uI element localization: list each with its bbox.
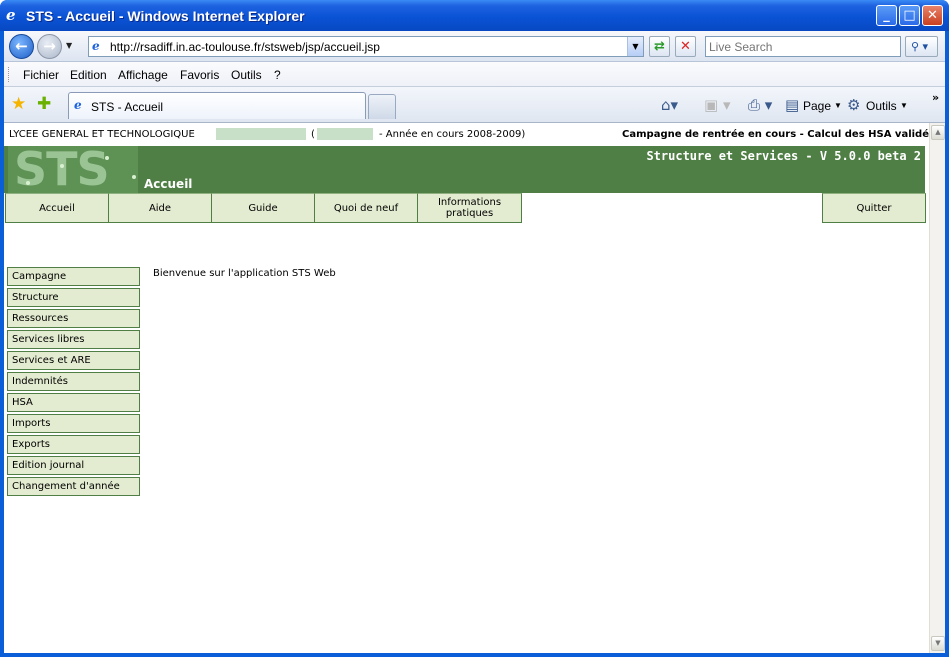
ie-logo-icon: e xyxy=(6,6,16,24)
address-url: http://rsadiff.in.ac-toulouse.fr/stsweb/… xyxy=(110,40,380,54)
gear-icon: ⚙ xyxy=(847,96,861,114)
paren-open: ( xyxy=(311,129,315,140)
menu-affichage[interactable]: Affichage xyxy=(118,68,168,82)
sts-logo: STS xyxy=(8,146,138,193)
side-item-services-libres[interactable]: Services libres xyxy=(7,330,140,349)
nav-informations-pratiques[interactable]: Informations pratiques xyxy=(417,193,522,223)
nav-guide[interactable]: Guide xyxy=(211,193,315,223)
menu-favoris[interactable]: Favoris xyxy=(180,68,219,82)
chevron-down-icon: ▼ xyxy=(632,42,639,51)
page-viewport: LYCEE GENERAL ET TECHNOLOGIQUE ( - Année… xyxy=(4,123,929,653)
menu-help[interactable]: ? xyxy=(274,68,281,82)
vertical-scrollbar[interactable]: ▲ ▼ xyxy=(929,123,945,653)
chevron-down-icon[interactable]: ▼ xyxy=(834,101,842,110)
lycee-label: LYCEE GENERAL ET TECHNOLOGIQUE xyxy=(9,129,195,140)
close-button[interactable]: ✕ xyxy=(922,5,943,26)
tab-label: STS - Accueil xyxy=(91,100,164,114)
title-bar[interactable]: e STS - Accueil - Windows Internet Explo… xyxy=(0,0,949,31)
toolbar-grip[interactable] xyxy=(8,67,10,82)
maximize-button[interactable]: □ xyxy=(899,5,920,26)
menu-fichier[interactable]: Fichier xyxy=(23,68,59,82)
side-item-exports[interactable]: Exports xyxy=(7,435,140,454)
favorites-star-icon[interactable]: ★ xyxy=(11,94,26,114)
nav-quoi-de-neuf[interactable]: Quoi de neuf xyxy=(314,193,418,223)
redacted-school-name xyxy=(216,128,306,140)
recent-pages-dropdown[interactable]: ▼ xyxy=(66,41,72,50)
add-favorite-icon[interactable]: ✚ xyxy=(37,94,51,114)
home-icon[interactable]: ⌂▾ xyxy=(661,96,678,114)
logo-text: STS xyxy=(14,146,110,193)
menu-outils[interactable]: Outils xyxy=(231,68,262,82)
sts-banner: STS Structure et Services - V 5.0.0 beta… xyxy=(4,146,925,193)
page-title: Accueil xyxy=(144,177,193,191)
print-icon[interactable]: ⎙ ▾ xyxy=(748,96,772,114)
logo-dot xyxy=(132,175,136,179)
refresh-button[interactable]: ⇄ xyxy=(649,36,670,57)
browser-client: ← → ▼ e http://rsadiff.in.ac-toulouse.fr… xyxy=(4,31,945,653)
side-item-structure[interactable]: Structure xyxy=(7,288,140,307)
window-title: STS - Accueil - Windows Internet Explore… xyxy=(26,8,305,24)
welcome-message: Bienvenue sur l'application STS Web xyxy=(153,268,336,279)
chevron-down-icon: ▼ xyxy=(935,639,941,647)
app-version: Structure et Services - V 5.0.0 beta 2 xyxy=(646,149,921,163)
chevron-down-icon[interactable]: ▼ xyxy=(900,101,908,110)
search-box[interactable] xyxy=(705,36,901,57)
logo-dot xyxy=(26,181,30,185)
minimize-button[interactable]: _ xyxy=(876,5,897,26)
side-item-services-are[interactable]: Services et ARE xyxy=(7,351,140,370)
address-dropdown-button[interactable]: ▼ xyxy=(627,37,643,56)
page-icon: ▤ xyxy=(785,96,800,114)
nav-quitter[interactable]: Quitter xyxy=(822,193,926,223)
address-field[interactable]: e http://rsadiff.in.ac-toulouse.fr/stswe… xyxy=(88,36,644,57)
new-tab-button[interactable] xyxy=(368,94,396,119)
refresh-icon: ⇄ xyxy=(654,39,665,54)
ie-window: e STS - Accueil - Windows Internet Explo… xyxy=(0,0,949,657)
search-icon: ⚲ ▾ xyxy=(911,40,929,53)
logo-dot xyxy=(60,164,64,168)
logo-dot xyxy=(105,156,109,160)
scroll-down-button[interactable]: ▼ xyxy=(931,636,945,651)
side-item-campagne[interactable]: Campagne xyxy=(7,267,140,286)
side-item-changement-annee[interactable]: Changement d'année xyxy=(7,477,140,496)
tools-menu-button[interactable]: Outils xyxy=(866,99,897,113)
menu-bar: Fichier Edition Affichage Favoris Outils… xyxy=(4,62,945,87)
nav-accueil[interactable]: Accueil xyxy=(5,193,109,223)
back-arrow-icon: ← xyxy=(15,37,28,55)
side-item-hsa[interactable]: HSA xyxy=(7,393,140,412)
chevron-up-icon: ▲ xyxy=(935,128,941,136)
close-icon: ✕ xyxy=(927,8,938,23)
annee-label: - Année en cours 2008-2009) xyxy=(379,129,526,140)
feeds-icon[interactable]: ▣ ▾ xyxy=(704,96,730,114)
address-toolbar: ← → ▼ e http://rsadiff.in.ac-toulouse.fr… xyxy=(4,31,945,62)
more-tools-icon[interactable]: » xyxy=(932,91,939,104)
redacted-school-code xyxy=(317,128,373,140)
scroll-up-button[interactable]: ▲ xyxy=(931,125,945,140)
side-item-indemnites[interactable]: Indemnités xyxy=(7,372,140,391)
back-button[interactable]: ← xyxy=(9,34,34,59)
main-nav: Accueil Aide Guide Quoi de neuf Informat… xyxy=(4,193,929,223)
page-favicon-icon: e xyxy=(74,98,82,112)
tab-bar: ★ ✚ e STS - Accueil ⌂▾ ▣ ▾ ⎙ ▾ ▤ Page ▼ … xyxy=(4,87,945,123)
campagne-status: Campagne de rentrée en cours - Calcul de… xyxy=(622,129,929,140)
info-bar: LYCEE GENERAL ET TECHNOLOGIQUE ( - Année… xyxy=(4,123,929,146)
side-item-imports[interactable]: Imports xyxy=(7,414,140,433)
side-item-ressources[interactable]: Ressources xyxy=(7,309,140,328)
side-item-edition-journal[interactable]: Edition journal xyxy=(7,456,140,475)
page-menu-button[interactable]: Page xyxy=(803,99,831,113)
tab-sts-accueil[interactable]: e STS - Accueil xyxy=(68,92,366,119)
search-button[interactable]: ⚲ ▾ xyxy=(905,36,938,57)
forward-arrow-icon: → xyxy=(43,37,56,55)
maximize-icon: □ xyxy=(903,8,916,23)
menu-edition[interactable]: Edition xyxy=(70,68,107,82)
stop-icon: ✕ xyxy=(680,39,691,54)
stop-button[interactable]: ✕ xyxy=(675,36,696,57)
forward-button[interactable]: → xyxy=(37,34,62,59)
minimize-icon: _ xyxy=(883,8,890,23)
page-favicon-icon: e xyxy=(92,39,100,53)
nav-aide[interactable]: Aide xyxy=(108,193,212,223)
search-input[interactable] xyxy=(706,37,900,56)
